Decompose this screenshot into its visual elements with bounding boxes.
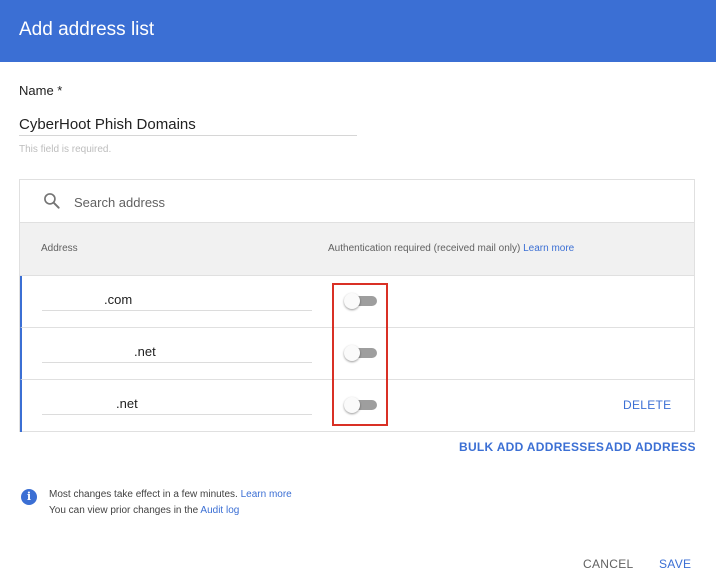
dialog-title: Add address list [19,19,155,40]
table-header: Address Authentication required (receive… [20,223,694,276]
info-line-1: Most changes take effect in a few minute… [49,489,292,500]
info-line-2: You can view prior changes in the Audit … [49,505,239,516]
column-auth-label: Authentication required (received mail o… [328,243,521,254]
address-input[interactable] [42,289,312,311]
audit-log-link[interactable]: Audit log [200,505,239,516]
address-input[interactable] [42,341,312,363]
info-icon: i [21,489,37,505]
highlight-box [332,283,388,426]
bulk-add-addresses-button[interactable]: BULK ADD ADDRESSES [459,440,604,454]
learn-more-link[interactable]: Learn more [241,489,292,500]
delete-button[interactable]: DELETE [623,398,671,412]
cancel-button[interactable]: CANCEL [583,557,633,571]
column-auth-required: Authentication required (received mail o… [328,243,574,254]
learn-more-link[interactable]: Learn more [523,243,574,254]
search-row [20,180,694,223]
search-input[interactable] [74,192,474,212]
info-text-1: Most changes take effect in a few minute… [49,489,238,500]
column-address: Address [41,243,78,254]
name-input[interactable] [19,114,357,136]
info-text-2: You can view prior changes in the [49,505,199,516]
address-input[interactable] [42,393,312,415]
add-address-button[interactable]: ADD ADDRESS [605,440,696,454]
save-button[interactable]: SAVE [659,557,691,571]
name-helper-text: This field is required. [19,144,112,155]
dialog-header: Add address list [0,0,716,62]
name-label: Name * [19,83,63,98]
search-icon [44,193,60,209]
